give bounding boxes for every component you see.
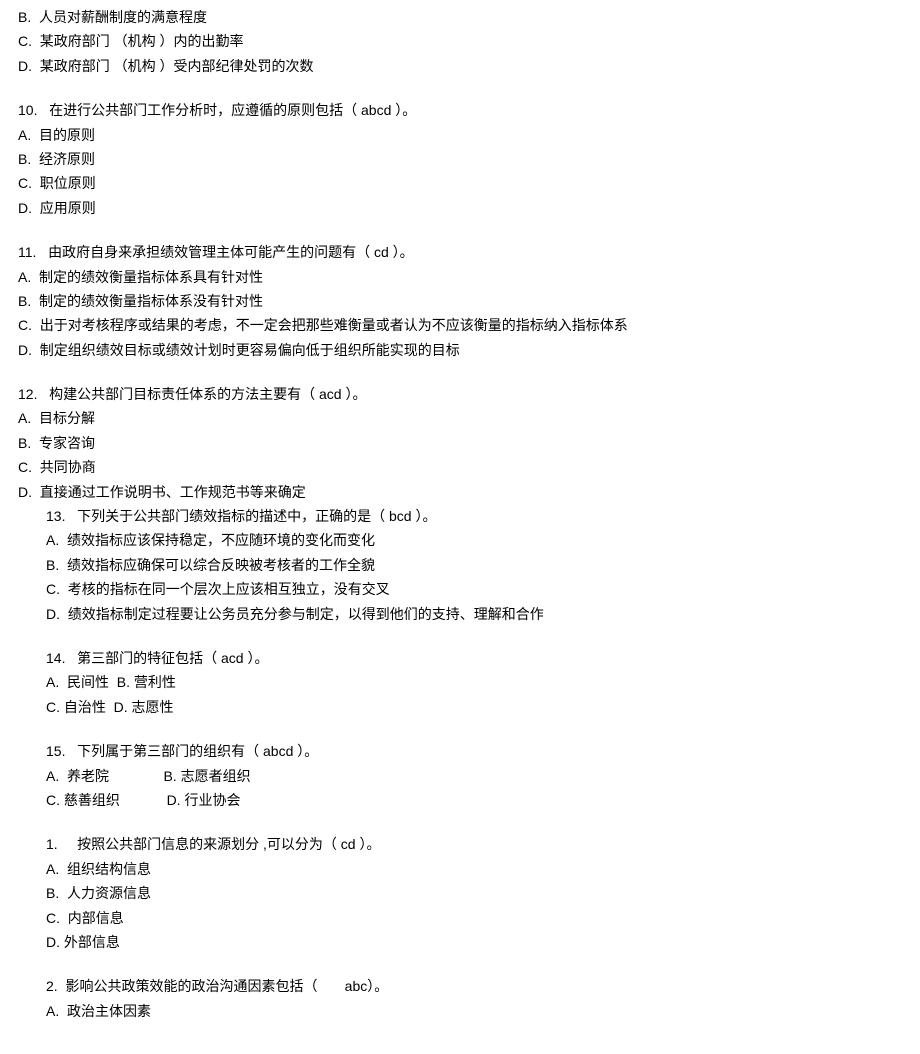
text-line: B. 经济原则 bbox=[18, 148, 902, 170]
text-line: B. 人力资源信息 bbox=[18, 882, 902, 904]
text-line: D. 应用原则 bbox=[18, 197, 902, 219]
text-line: A. 绩效指标应该保持稳定，不应随环境的变化而变化 bbox=[18, 529, 902, 551]
text-line: C. 某政府部门 （机构 ）内的出勤率 bbox=[18, 30, 902, 52]
blank-line bbox=[18, 720, 902, 738]
text-line: 1. 按照公共部门信息的来源划分 ,可以分为（ cd ）。 bbox=[18, 833, 902, 855]
blank-line bbox=[18, 79, 902, 97]
blank-line bbox=[18, 221, 902, 239]
text-line: A. 目标分解 bbox=[18, 407, 902, 429]
document-page: B. 人员对薪酬制度的满意程度C. 某政府部门 （机构 ）内的出勤率 D. 某政府… bbox=[0, 0, 920, 1054]
text-line: B. 人员对薪酬制度的满意程度 bbox=[18, 6, 902, 28]
text-line: D. 直接通过工作说明书、工作规范书等来确定 bbox=[18, 481, 902, 503]
text-line: C. 内部信息 bbox=[18, 907, 902, 929]
text-line: A. 制定的绩效衡量指标体系具有针对性 bbox=[18, 266, 902, 288]
text-line: A. 养老院 B. 志愿者组织 bbox=[18, 765, 902, 787]
text-line: 11. 由政府自身来承担绩效管理主体可能产生的问题有（ cd ）。 bbox=[18, 241, 902, 263]
text-line: B. 制定的绩效衡量指标体系没有针对性 bbox=[18, 290, 902, 312]
text-line: A. 民间性 B. 营利性 bbox=[18, 671, 902, 693]
text-line: C. 共同协商 bbox=[18, 456, 902, 478]
text-line: C. 出于对考核程序或结果的考虑，不一定会把那些难衡量或者认为不应该衡量的指标纳… bbox=[18, 314, 902, 336]
text-line: B. 绩效指标应确保可以综合反映被考核者的工作全貌 bbox=[18, 554, 902, 576]
blank-line bbox=[18, 627, 902, 645]
text-line: C. 慈善组织 D. 行业协会 bbox=[18, 789, 902, 811]
text-line: 12. 构建公共部门目标责任体系的方法主要有（ acd ）。 bbox=[18, 383, 902, 405]
text-line: A. 组织结构信息 bbox=[18, 858, 902, 880]
text-line: C. 自治性 D. 志愿性 bbox=[18, 696, 902, 718]
text-line: D. 外部信息 bbox=[18, 931, 902, 953]
blank-line bbox=[18, 813, 902, 831]
text-line: 10. 在进行公共部门工作分析时，应遵循的原则包括（ abcd ）。 bbox=[18, 99, 902, 121]
text-line: A. 政治主体因素 bbox=[18, 1000, 902, 1022]
text-line: 13. 下列关于公共部门绩效指标的描述中，正确的是（ bcd ）。 bbox=[18, 505, 902, 527]
text-line: D. 某政府部门 （机构 ）受内部纪律处罚的次数 bbox=[18, 55, 902, 77]
text-line: D. 绩效指标制定过程要让公务员充分参与制定，以得到他们的支持、理解和合作 bbox=[18, 603, 902, 625]
text-line: C. 职位原则 bbox=[18, 172, 902, 194]
text-line: 15. 下列属于第三部门的组织有（ abcd ）。 bbox=[18, 740, 902, 762]
blank-line bbox=[18, 363, 902, 381]
text-line: A. 目的原则 bbox=[18, 124, 902, 146]
blank-line bbox=[18, 955, 902, 973]
text-line: D. 制定组织绩效目标或绩效计划时更容易偏向低于组织所能实现的目标 bbox=[18, 339, 902, 361]
text-line: B. 专家咨询 bbox=[18, 432, 902, 454]
text-line: 14. 第三部门的特征包括（ acd ）。 bbox=[18, 647, 902, 669]
text-line: 2. 影响公共政策效能的政治沟通因素包括（ abc）。 bbox=[18, 975, 902, 997]
text-line: C. 考核的指标在同一个层次上应该相互独立，没有交叉 bbox=[18, 578, 902, 600]
